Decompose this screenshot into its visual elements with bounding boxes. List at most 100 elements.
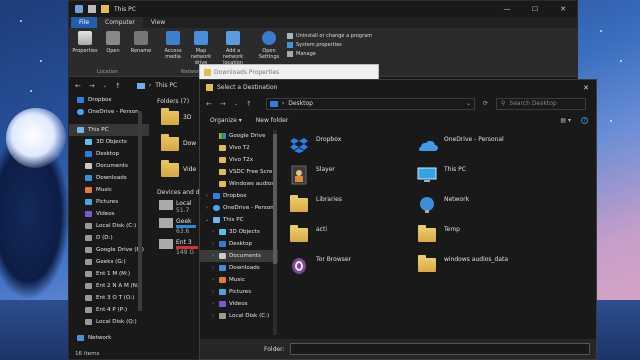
tab-view[interactable]: View bbox=[143, 17, 173, 28]
dialog-nav-item[interactable]: Google Drive bbox=[200, 130, 278, 142]
forward-arrow-icon[interactable]: → bbox=[220, 100, 226, 108]
dialog-nav-item[interactable]: › Videos bbox=[200, 298, 278, 310]
dialog-nav-item[interactable]: › Downloads bbox=[200, 262, 278, 274]
dialog-nav-item[interactable]: › Music bbox=[200, 274, 278, 286]
back-arrow-icon[interactable]: ← bbox=[75, 82, 81, 90]
nav-item[interactable]: Desktop bbox=[69, 148, 149, 160]
rename-button[interactable]: Rename bbox=[127, 31, 155, 76]
destination-item[interactable]: Libraries bbox=[288, 192, 413, 218]
close-button[interactable]: ✕ bbox=[549, 1, 577, 17]
tab-file[interactable]: File bbox=[71, 17, 98, 28]
drive-icon bbox=[85, 223, 92, 229]
forward-arrow-icon[interactable]: → bbox=[89, 82, 95, 90]
chevron-right-icon[interactable]: › bbox=[210, 289, 216, 295]
nav-item[interactable]: Google Drive (E:) bbox=[69, 244, 149, 256]
dialog-nav-scrollbar[interactable] bbox=[273, 130, 277, 335]
destination-item[interactable]: OneDrive - Personal bbox=[416, 132, 541, 158]
uninstall-program-link[interactable]: Uninstall or change a program bbox=[287, 33, 372, 39]
dialog-nav-item[interactable]: › Documents bbox=[200, 250, 278, 262]
dialog-nav-item[interactable]: › 3D Objects bbox=[200, 226, 278, 238]
destination-item[interactable]: Network bbox=[416, 192, 541, 218]
chevron-right-icon[interactable]: › bbox=[210, 265, 216, 271]
up-arrow-icon[interactable]: ↑ bbox=[115, 82, 121, 90]
help-icon[interactable]: ? bbox=[581, 117, 588, 124]
view-options-icon[interactable]: ▤ ▾ bbox=[560, 117, 571, 124]
destination-item[interactable]: This PC bbox=[416, 162, 541, 188]
destination-item[interactable]: windows audios_data bbox=[416, 252, 541, 278]
folder-field[interactable] bbox=[290, 343, 591, 355]
back-arrow-icon[interactable]: ← bbox=[206, 100, 212, 108]
dialog-nav-item[interactable]: VSDC Free Scre bbox=[200, 166, 278, 178]
explorer-nav-scrollbar[interactable] bbox=[138, 111, 142, 311]
properties-button[interactable]: Properties bbox=[71, 31, 99, 76]
chevron-right-icon[interactable]: › bbox=[204, 193, 210, 199]
nav-item[interactable]: Network bbox=[69, 332, 149, 344]
dialog-nav-item[interactable]: › Desktop bbox=[200, 238, 278, 250]
recent-chevron-icon[interactable]: ⌄ bbox=[234, 101, 238, 107]
minimize-button[interactable]: — bbox=[493, 1, 521, 17]
chevron-right-icon[interactable]: › bbox=[210, 277, 216, 283]
properties-quick-icon[interactable] bbox=[88, 5, 96, 13]
dialog-nav-item[interactable]: › Pictures bbox=[200, 286, 278, 298]
dialog-nav-item[interactable]: ⌄ This PC bbox=[200, 214, 278, 226]
organize-menu[interactable]: Organize ▾ bbox=[210, 117, 242, 124]
nav-item[interactable]: Ent 3 O T (O:) bbox=[69, 292, 149, 304]
up-arrow-icon[interactable]: ↑ bbox=[246, 100, 252, 108]
path-dropdown-icon[interactable]: ⌄ bbox=[466, 100, 474, 107]
dropbox-icon bbox=[213, 193, 220, 199]
manage-link[interactable]: Manage bbox=[287, 51, 372, 57]
destination-item[interactable]: Tor Browser bbox=[288, 252, 413, 278]
destination-item[interactable]: acti bbox=[288, 222, 413, 248]
destination-item[interactable]: Slayer bbox=[288, 162, 413, 188]
nav-item[interactable]: Videos bbox=[69, 208, 149, 220]
nav-item[interactable]: This PC bbox=[69, 124, 149, 136]
nav-item[interactable]: 3D Objects bbox=[69, 136, 149, 148]
chevron-right-icon[interactable]: › bbox=[210, 313, 216, 319]
address-path[interactable]: › This PC bbox=[136, 82, 177, 89]
drive-icon bbox=[85, 283, 92, 289]
chevron-right-icon[interactable]: › bbox=[210, 253, 216, 259]
nav-item[interactable]: Music bbox=[69, 184, 149, 196]
chevron-right-icon[interactable]: › bbox=[210, 241, 216, 247]
nav-item[interactable]: Geeks (G:) bbox=[69, 256, 149, 268]
nav-item[interactable]: Ent 4 P (P:) bbox=[69, 304, 149, 316]
nav-item[interactable]: Local Disk (C:) bbox=[69, 220, 149, 232]
folder-icon bbox=[288, 225, 310, 245]
nav-item[interactable]: D (D:) bbox=[69, 232, 149, 244]
recent-chevron-icon[interactable]: ⌄ bbox=[103, 83, 107, 89]
dialog-nav-item[interactable]: › OneDrive - Person bbox=[200, 202, 278, 214]
new-folder-quick-icon[interactable] bbox=[101, 5, 109, 13]
nav-item[interactable]: OneDrive - Person bbox=[69, 106, 149, 118]
nav-item[interactable]: Dropbox bbox=[69, 94, 149, 106]
chevron-right-icon[interactable]: › bbox=[204, 205, 210, 211]
nav-item[interactable]: Documents bbox=[69, 160, 149, 172]
chevron-right-icon[interactable]: › bbox=[210, 301, 216, 307]
tab-computer[interactable]: Computer bbox=[97, 17, 143, 28]
drive-icon bbox=[85, 295, 92, 301]
maximize-button[interactable]: ☐ bbox=[521, 1, 549, 17]
dialog-nav-item[interactable]: Vivo T2 bbox=[200, 142, 278, 154]
system-properties-link[interactable]: System properties bbox=[287, 42, 372, 48]
downloads-properties-window[interactable]: Downloads Properties bbox=[199, 64, 379, 80]
dialog-nav-item[interactable]: Windows audios bbox=[200, 178, 278, 190]
new-folder-button[interactable]: New folder bbox=[256, 117, 288, 124]
nav-item[interactable]: Pictures bbox=[69, 196, 149, 208]
refresh-icon[interactable]: ⟳ bbox=[483, 100, 488, 107]
dialog-nav-item-label: 3D Objects bbox=[229, 229, 260, 235]
nav-item[interactable]: Ent 2 N A M (N:) bbox=[69, 280, 149, 292]
nav-item[interactable]: Local Disk (Q:) bbox=[69, 316, 149, 328]
nav-item[interactable]: Downloads bbox=[69, 172, 149, 184]
destination-item[interactable]: Temp bbox=[416, 222, 541, 248]
dialog-nav-item-label: OneDrive - Person bbox=[223, 205, 274, 211]
dialog-path-field[interactable]: › Desktop ⌄ bbox=[265, 97, 475, 110]
pc-icon bbox=[416, 165, 438, 185]
nav-item[interactable]: Ent 1 M (M:) bbox=[69, 268, 149, 280]
close-button[interactable]: ✕ bbox=[576, 84, 596, 92]
chevron-down-icon[interactable]: ⌄ bbox=[204, 217, 210, 223]
dialog-nav-item[interactable]: Vivo T2x bbox=[200, 154, 278, 166]
dialog-nav-item[interactable]: › Dropbox bbox=[200, 190, 278, 202]
search-input[interactable]: ⚲ Search Desktop bbox=[496, 97, 586, 110]
chevron-right-icon[interactable]: › bbox=[210, 229, 216, 235]
dialog-nav-item[interactable]: › Local Disk (C:) bbox=[200, 310, 278, 322]
destination-item[interactable]: Dropbox bbox=[288, 132, 413, 158]
